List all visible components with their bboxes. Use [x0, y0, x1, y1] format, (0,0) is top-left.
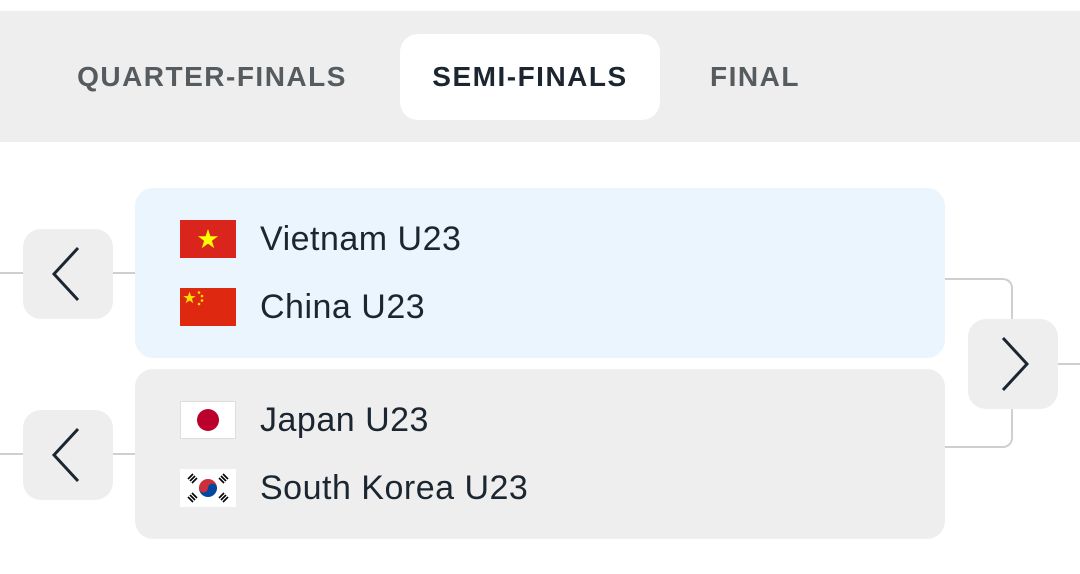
- china-flag-icon: [180, 288, 236, 326]
- bracket-line-left-1b: [113, 272, 135, 274]
- team-name: Vietnam U23: [260, 219, 462, 258]
- prev-round-button-1[interactable]: [23, 229, 113, 319]
- chevron-left-icon: [51, 246, 80, 302]
- tab-quarter-finals[interactable]: QUARTER-FINALS: [52, 34, 372, 120]
- bracket-line-left-1: [0, 272, 24, 274]
- tab-semi-finals[interactable]: SEMI-FINALS: [400, 34, 660, 120]
- bracket-line-right: [1058, 363, 1080, 365]
- bracket-connector-top: [945, 278, 1003, 280]
- south-korea-flag-icon: [180, 469, 236, 507]
- japan-flag-icon: [180, 401, 236, 439]
- team-name: South Korea U23: [260, 468, 529, 507]
- prev-round-button-2[interactable]: [23, 410, 113, 500]
- bracket-line-left-2b: [113, 453, 135, 455]
- vietnam-flag-icon: [180, 220, 236, 258]
- team-name: China U23: [260, 287, 426, 326]
- team-name: Japan U23: [260, 400, 429, 439]
- tab-final[interactable]: FINAL: [680, 34, 830, 120]
- match-card-semi-final-1[interactable]: Vietnam U23 China U23: [135, 188, 945, 358]
- match-card-semi-final-2[interactable]: Japan U23 South Korea U23: [135, 369, 945, 539]
- chevron-right-icon: [1001, 336, 1030, 392]
- next-round-button[interactable]: [968, 319, 1058, 409]
- bracket-line-left-2: [0, 453, 24, 455]
- chevron-left-icon: [51, 427, 80, 483]
- round-tab-bar: QUARTER-FINALS SEMI-FINALS FINAL: [0, 11, 1080, 142]
- bracket-connector-bottom: [945, 446, 1003, 448]
